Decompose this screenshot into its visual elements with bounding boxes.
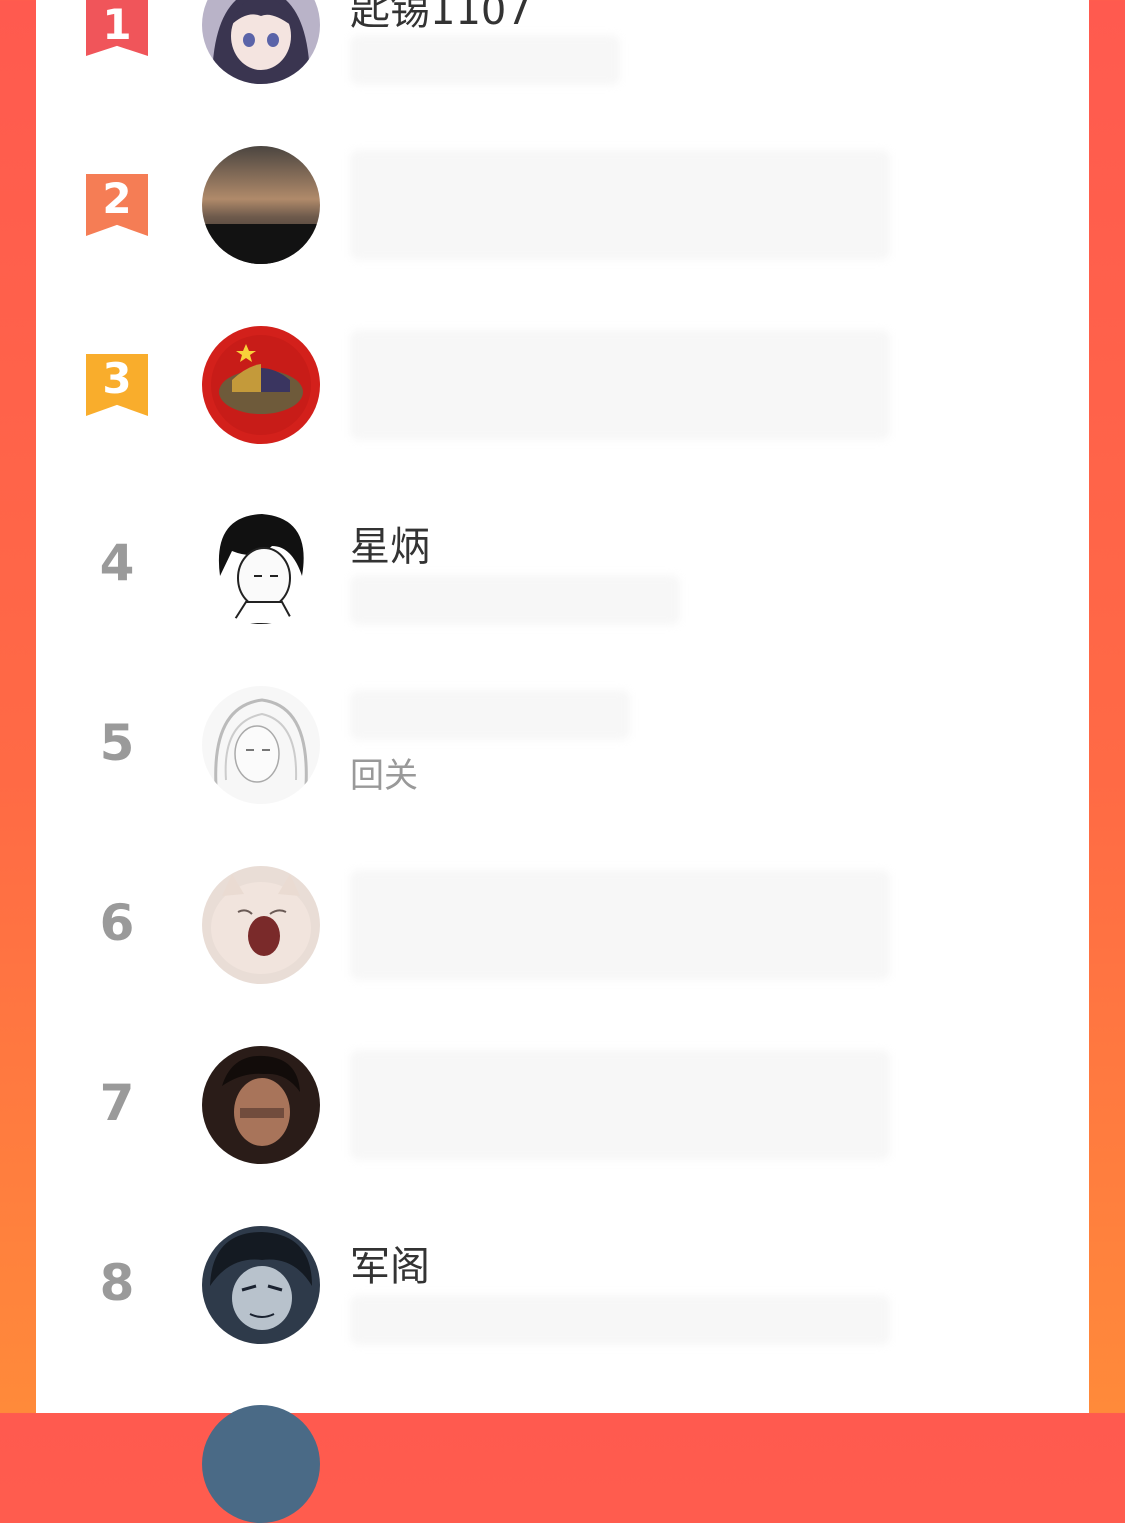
blurred-text: [350, 150, 890, 260]
ranking-row[interactable]: 6: [36, 840, 1089, 1020]
rank-number: 4: [99, 534, 135, 592]
blurred-text: [350, 575, 680, 625]
blurred-text: [350, 870, 890, 980]
blurred-text: [350, 330, 890, 440]
sketch-girl-avatar[interactable]: [202, 686, 320, 804]
anime-man-avatar[interactable]: [202, 1226, 320, 1344]
man-portrait-avatar[interactable]: [202, 1046, 320, 1164]
rank-badge-2: 2: [86, 174, 148, 236]
blurred-text: [350, 35, 620, 85]
rank-number: 1: [102, 0, 132, 49]
manga-boy-avatar[interactable]: [202, 506, 320, 624]
user-name: 匙锡1107: [350, 0, 532, 34]
cat-avatar[interactable]: [202, 866, 320, 984]
sunset-sky-avatar[interactable]: [202, 146, 320, 264]
rank-badge-3: 3: [86, 354, 148, 416]
ranking-row[interactable]: 3: [36, 300, 1089, 480]
rank-number: 7: [99, 1074, 135, 1132]
rank-number: 5: [99, 714, 135, 772]
rank-badge-1: 1: [86, 0, 148, 56]
user-name: 星炳: [350, 524, 430, 570]
ranking-row[interactable]: 2: [36, 120, 1089, 300]
blurred-text: [350, 690, 630, 740]
follow-back-label: 回关: [350, 756, 418, 796]
ranking-row[interactable]: 5 回关: [36, 660, 1089, 840]
ranking-card: 1 匙锡1107 2 3 4 星炳 5 回关 6 7 8 军阁: [36, 0, 1089, 1523]
rank-number: 2: [102, 174, 132, 223]
partial-avatar[interactable]: [202, 1405, 320, 1523]
blurred-text: [350, 1295, 890, 1345]
ranking-row[interactable]: 4 星炳: [36, 480, 1089, 660]
rank-number: 6: [99, 894, 135, 952]
rank-number: 3: [102, 354, 132, 403]
anime-girl-avatar[interactable]: [202, 0, 320, 84]
ranking-row[interactable]: 8 军阁: [36, 1200, 1089, 1380]
user-name: 军阁: [350, 1244, 430, 1290]
ranking-row[interactable]: 7: [36, 1020, 1089, 1200]
ranking-row[interactable]: 1 匙锡1107: [36, 0, 1089, 120]
rank-number: 8: [99, 1254, 135, 1312]
military-cap-avatar[interactable]: [202, 326, 320, 444]
blurred-text: [350, 1050, 890, 1160]
